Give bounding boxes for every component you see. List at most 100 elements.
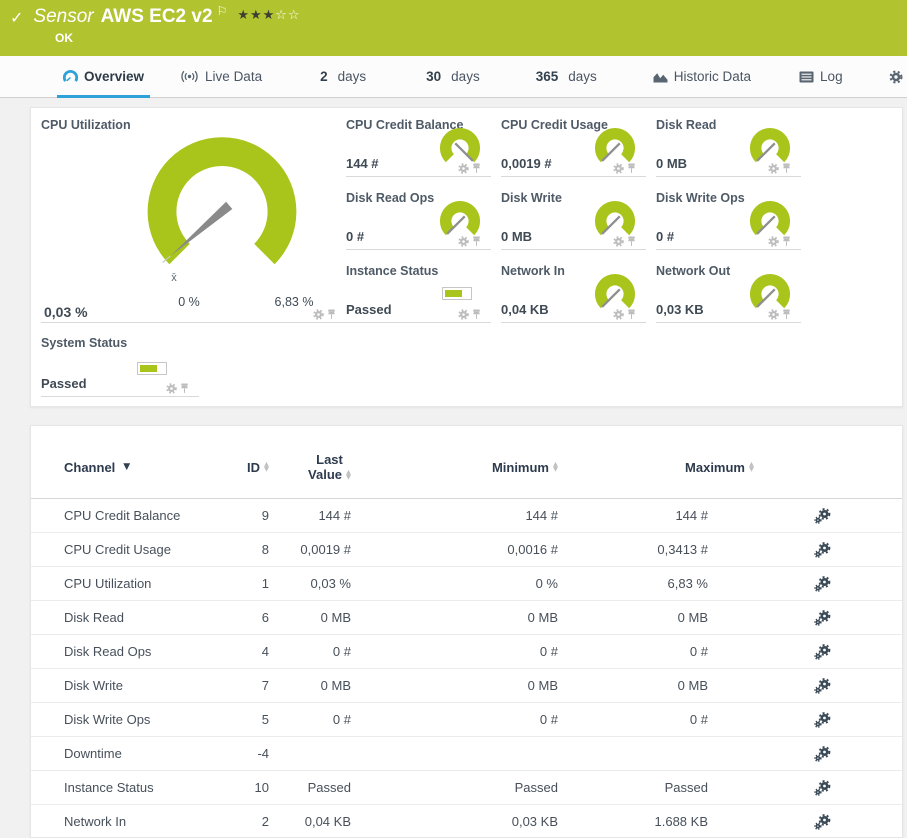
table-row[interactable]: Disk Read 6 0 MB 0 MB 0 MB [31, 601, 902, 635]
column-header-minimum[interactable]: Minimum ▲ ▼ [492, 460, 558, 475]
stars-filled: ★★★ [237, 8, 276, 23]
tab-label: Live Data [205, 69, 263, 84]
pin-icon[interactable] [472, 309, 481, 320]
channel-settings-icon[interactable] [814, 575, 831, 592]
pin-icon[interactable] [782, 163, 791, 174]
channel-maximum: 0 MB [677, 678, 708, 693]
tab-overview[interactable]: Overview [57, 56, 151, 98]
channel-name: Disk Write Ops [64, 712, 151, 727]
channel-last-value: 0,04 KB [304, 814, 351, 829]
table-row[interactable]: Network In 2 0,04 KB 0,03 KB 1.688 KB [31, 805, 902, 837]
gear-icon[interactable] [613, 309, 624, 320]
channel-settings-icon[interactable] [814, 711, 831, 728]
gauge-mean-marker: x̄ [171, 272, 177, 284]
table-row[interactable]: CPU Credit Balance 9 144 # 144 # 144 # [31, 499, 902, 533]
pin-icon[interactable] [627, 163, 636, 174]
channel-last-value: 0 MB [320, 610, 351, 625]
channel-name: Disk Read Ops [64, 644, 152, 659]
column-header-channel[interactable]: Channel ▼ [64, 460, 224, 475]
table-row[interactable]: Disk Write 7 0 MB 0 MB 0 MB [31, 669, 902, 703]
channel-id: 6 [261, 610, 269, 625]
channel-gauge-tile[interactable]: Network Out 0,03 KB [656, 262, 801, 323]
gear-icon[interactable] [313, 309, 324, 320]
channel-gauge-tile[interactable]: Instance Status Passed [346, 262, 491, 323]
channel-gauge-tile[interactable]: Network In 0,04 KB [501, 262, 646, 323]
pin-icon[interactable] [180, 383, 189, 394]
channel-gauge-tile[interactable]: CPU Credit Usage 0,0019 # [501, 116, 646, 177]
channel-id: 7 [261, 678, 269, 693]
table-row[interactable]: CPU Utilization 1 0,03 % 0 % 6,83 % [31, 567, 902, 601]
channel-settings-icon[interactable] [814, 643, 831, 660]
column-header-id[interactable]: ID ▲ ▼ [247, 460, 269, 475]
table-row[interactable]: Downtime -4 [31, 737, 902, 771]
pin-icon[interactable] [782, 309, 791, 320]
pin-icon[interactable] [782, 236, 791, 247]
channel-gauge-tile[interactable]: CPU Credit Balance 144 # [346, 116, 491, 177]
prtg-sensor-page: ✓ Sensor AWS EC2 v2 ⚐ ★★★☆☆ OK Overview … [0, 0, 907, 838]
channel-settings-icon[interactable] [814, 779, 831, 796]
column-header-maximum[interactable]: Maximum ▲ ▼ [639, 460, 754, 475]
channel-minimum: 0,0016 # [507, 542, 558, 557]
sensor-kind-label: Sensor [33, 6, 94, 27]
tab-2-days[interactable]: 2 days [314, 56, 372, 97]
channel-settings-icon[interactable] [814, 677, 831, 694]
channel-settings-icon[interactable] [814, 541, 831, 558]
gear-icon[interactable] [458, 309, 469, 320]
channel-settings-icon[interactable] [814, 813, 831, 830]
area-chart-icon [653, 72, 668, 82]
tab-live-data[interactable]: Live Data [174, 56, 268, 97]
channel-settings-icon[interactable] [814, 609, 831, 626]
gear-icon [889, 69, 903, 84]
column-header-last-value[interactable]: Last Value ▲ ▼ [308, 452, 351, 482]
sort-icon: ▲ ▼ [553, 460, 558, 473]
table-row[interactable]: CPU Credit Usage 8 0,0019 # 0,0016 # 0,3… [31, 533, 902, 567]
gear-icon[interactable] [166, 383, 177, 394]
channel-maximum: 144 # [675, 508, 708, 523]
pin-icon[interactable] [472, 236, 481, 247]
table-row[interactable]: Disk Read Ops 4 0 # 0 # 0 # [31, 635, 902, 669]
channel-gauge-tile[interactable]: Disk Write 0 MB [501, 189, 646, 250]
channel-name: CPU Credit Balance [64, 508, 181, 523]
channel-last-value: 144 # [318, 508, 351, 523]
gear-icon[interactable] [613, 163, 624, 174]
pin-icon[interactable] [627, 236, 636, 247]
channel-minimum: 144 # [525, 508, 558, 523]
gear-icon[interactable] [768, 236, 779, 247]
sensor-header: ✓ Sensor AWS EC2 v2 ⚐ ★★★☆☆ OK [0, 0, 907, 56]
tab-30-days[interactable]: 30 days [420, 56, 486, 97]
channel-gauge-value: 0,0019 # [501, 156, 552, 171]
pin-icon[interactable] [472, 163, 481, 174]
sensor-status-badge: OK [55, 31, 73, 45]
pin-icon[interactable] [627, 309, 636, 320]
channel-name: Disk Write [64, 678, 123, 693]
pin-icon[interactable] [327, 309, 336, 320]
channel-settings-icon[interactable] [814, 745, 831, 762]
system-status-tile[interactable]: System Status Passed [41, 334, 199, 397]
channel-maximum: Passed [664, 780, 708, 795]
channel-id: 4 [261, 644, 269, 659]
gear-icon[interactable] [458, 163, 469, 174]
channel-gauge-tile[interactable]: Disk Read Ops 0 # [346, 189, 491, 250]
cpu-utilization-tile[interactable]: CPU Utilization x̄ 0 % 6,83 % 0,03 % [41, 116, 346, 323]
priority-stars[interactable]: ★★★☆☆ [237, 8, 300, 23]
gear-icon[interactable] [768, 163, 779, 174]
channel-settings-icon[interactable] [814, 507, 831, 524]
tab-historic-data[interactable]: Historic Data [647, 56, 757, 97]
flag-icon[interactable]: ⚐ [217, 4, 228, 18]
channel-name: CPU Credit Usage [64, 542, 171, 557]
channel-maximum: 1.688 KB [654, 814, 709, 829]
gear-icon[interactable] [458, 236, 469, 247]
channel-maximum: 0 MB [677, 610, 708, 625]
tab-settings[interactable]: Settings [883, 56, 907, 97]
channel-maximum: 6,83 % [667, 576, 708, 591]
tab-365-days[interactable]: 365 days [530, 56, 603, 97]
tab-log[interactable]: Log [793, 56, 849, 97]
channel-id: 10 [254, 780, 269, 795]
table-row[interactable]: Disk Write Ops 5 0 # 0 # 0 # [31, 703, 902, 737]
channel-gauge-tile[interactable]: Disk Read 0 MB [656, 116, 801, 177]
channel-maximum: 0 # [689, 712, 708, 727]
channel-gauge-tile[interactable]: Disk Write Ops 0 # [656, 189, 801, 250]
gear-icon[interactable] [768, 309, 779, 320]
table-row[interactable]: Instance Status 10 Passed Passed Passed [31, 771, 902, 805]
gear-icon[interactable] [613, 236, 624, 247]
